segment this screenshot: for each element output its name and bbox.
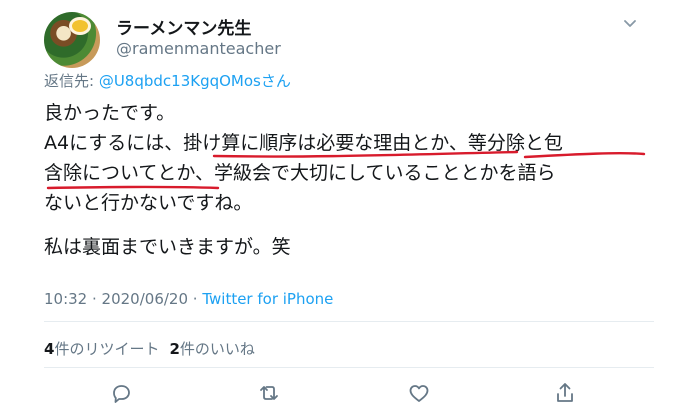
tweet-meta: 10:32 · 2020/06/20 · Twitter for iPhone [44, 290, 333, 308]
tweet-text: 良かったです。 A4にするには、掛け算に順序は必要な理由とか、等分除と包 含除に… [44, 98, 654, 262]
meta-separator: · [87, 290, 102, 308]
meta-separator: · [188, 290, 203, 308]
tweet-line: ないと行かないですね。 [44, 192, 253, 214]
tweet-line: A4にするには、掛け算に順序は必要な理由とか、等分除と包 [44, 132, 563, 154]
likes-stat[interactable]: 2件のいいね [169, 340, 254, 358]
like-icon[interactable] [404, 378, 434, 408]
divider [44, 367, 654, 368]
retweets-count: 4 [44, 340, 55, 358]
tweet-source-link[interactable]: Twitter for iPhone [202, 290, 333, 308]
replying-to-label: 返信先: [44, 72, 99, 90]
author-handle[interactable]: @ramenmanteacher [116, 39, 281, 58]
likes-label: 件のいいね [179, 340, 255, 358]
reply-mention-link[interactable]: @U8qbdc13KgqOMosさん [99, 72, 291, 90]
tweet-line: 私は裏面までいきますが。笑 [44, 236, 291, 258]
tweet-time[interactable]: 10:32 [44, 290, 87, 308]
tweet-date[interactable]: 2020/06/20 [102, 290, 188, 308]
author-display-name[interactable]: ラーメンマン先生 [116, 14, 251, 39]
engagement-stats: 4件のリツイート 2件のいいね [44, 338, 255, 359]
retweets-stat[interactable]: 4件のリツイート [44, 340, 159, 358]
likes-count: 2 [169, 340, 180, 358]
chevron-down-icon[interactable] [622, 16, 638, 32]
replying-to: 返信先: @U8qbdc13KgqOMosさん [44, 70, 291, 91]
tweet-line: 良かったです。 [44, 102, 176, 124]
retweets-label: 件のリツイート [54, 340, 160, 358]
divider [44, 321, 654, 322]
tweet-line: 含除についてとか、学級会で大切にしていることとかを語ら [44, 162, 556, 184]
reply-icon[interactable] [106, 378, 136, 408]
share-icon[interactable] [550, 378, 580, 408]
avatar[interactable] [44, 12, 100, 68]
retweet-icon[interactable] [254, 378, 284, 408]
avatar-ramen-egg [72, 20, 88, 32]
action-bar [44, 378, 624, 410]
